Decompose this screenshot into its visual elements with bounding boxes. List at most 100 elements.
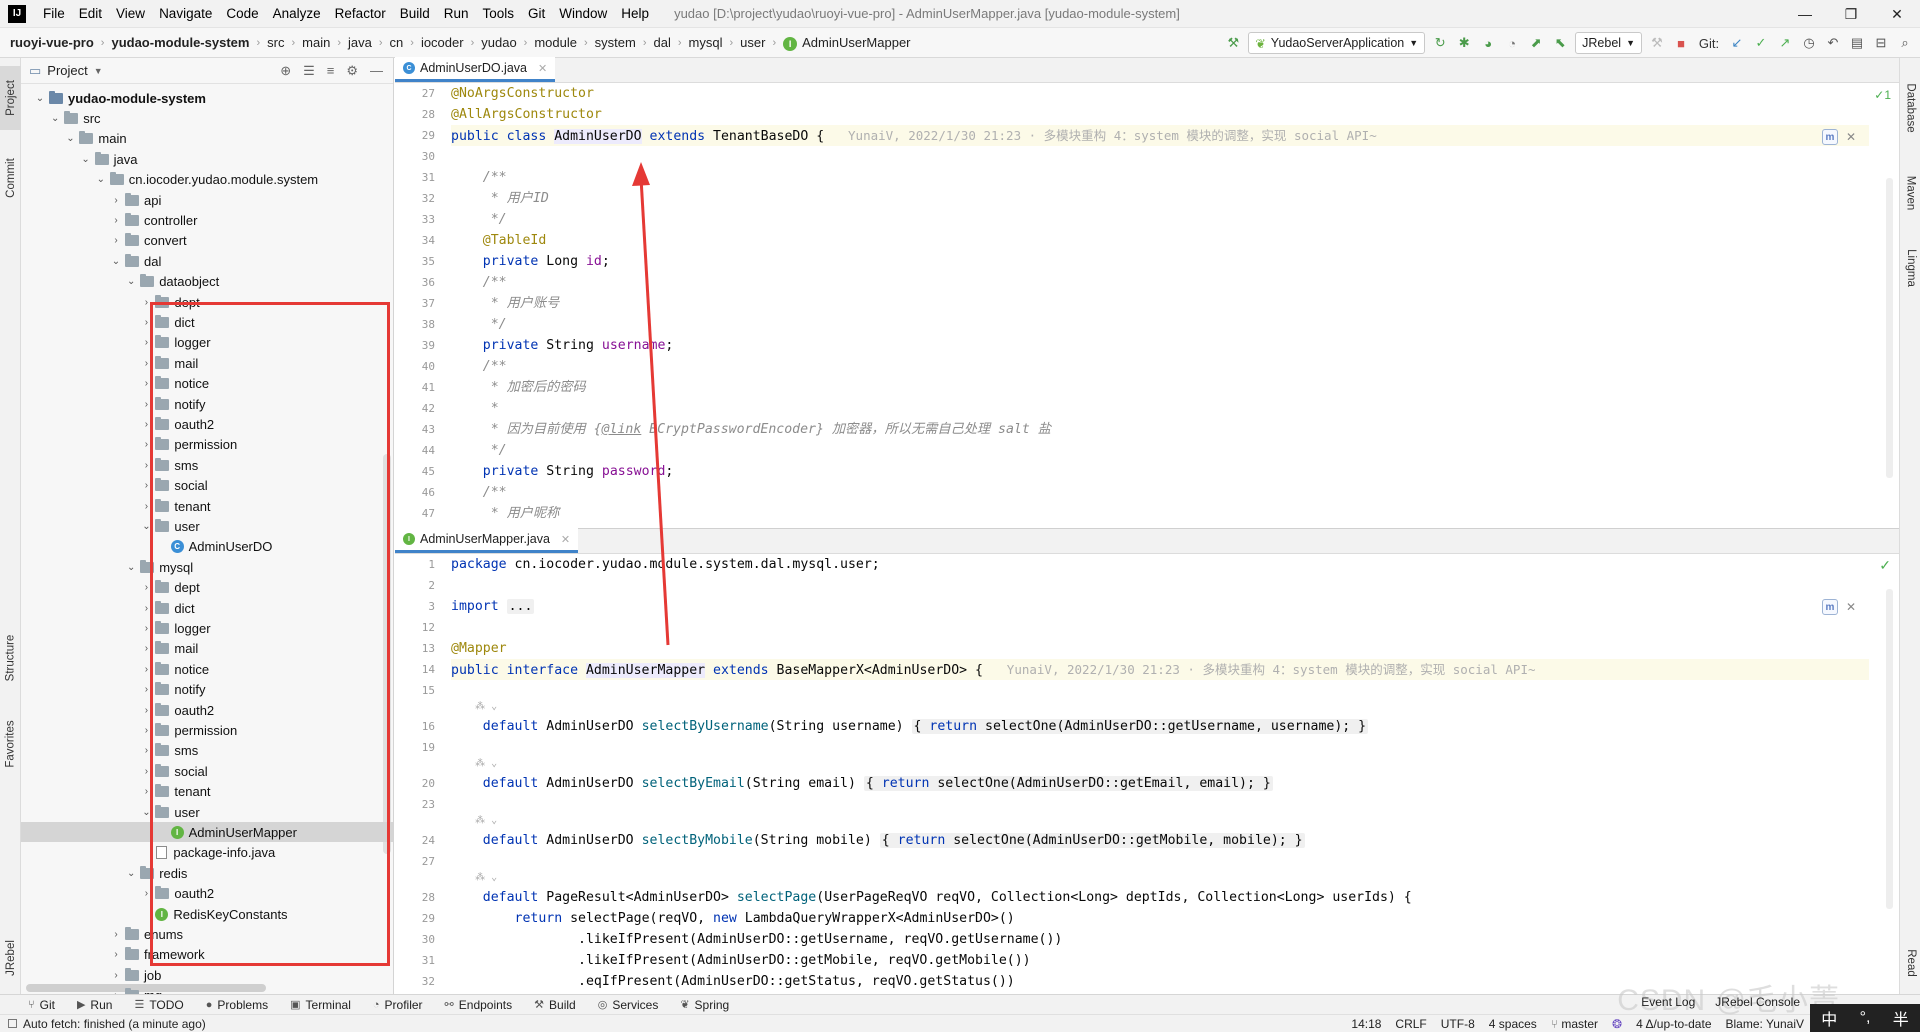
hammer-disabled-icon[interactable]: ⚒ — [1648, 34, 1666, 52]
menu-code[interactable]: Code — [219, 6, 265, 21]
chevron-right-icon[interactable]: › — [139, 337, 153, 348]
chevron-right-icon[interactable]: › — [139, 439, 153, 450]
tab-admin-user-do[interactable]: C AdminUserDO.java ✕ — [395, 57, 556, 82]
close-icon[interactable]: ✕ — [1846, 600, 1856, 614]
chevron-right-icon[interactable]: › — [139, 664, 153, 675]
code-lens[interactable]: m ✕ — [1819, 126, 1859, 148]
tree-item-permission[interactable]: › permission — [21, 435, 393, 455]
chevron-right-icon[interactable]: › — [139, 297, 153, 308]
tool-window-run[interactable]: ▶ Run — [77, 998, 112, 1012]
tree-item-logger[interactable]: › logger — [21, 333, 393, 353]
tree-item-mq[interactable]: ›mq — [21, 986, 393, 994]
menu-help[interactable]: Help — [614, 6, 656, 21]
chevron-down-icon[interactable]: ⌄ — [48, 113, 62, 124]
chevron-right-icon[interactable]: › — [139, 705, 153, 716]
tree-item-tenant[interactable]: › tenant — [21, 496, 393, 516]
chevron-right-icon[interactable]: › — [139, 888, 153, 899]
maven-tool-tab[interactable]: Maven — [1900, 158, 1920, 228]
tree-item-social[interactable]: › social — [21, 761, 393, 781]
tree-item-user[interactable]: ⌄ user — [21, 802, 393, 822]
caret-position[interactable]: 14:18 — [1351, 1017, 1381, 1031]
inspection-ok-icon[interactable]: ✓ — [1879, 557, 1891, 574]
breadcrumb-java[interactable]: java — [348, 35, 372, 50]
menu-run[interactable]: Run — [437, 6, 476, 21]
file-encoding[interactable]: UTF-8 — [1441, 1017, 1475, 1031]
close-icon[interactable]: ✕ — [1846, 130, 1856, 144]
stop-icon[interactable]: ■ — [1672, 34, 1690, 52]
tree-item-mail[interactable]: › mail — [21, 639, 393, 659]
collapse-all-icon[interactable]: ≡ — [327, 63, 335, 79]
locate-icon[interactable]: ⊕ — [280, 63, 291, 79]
chevron-right-icon[interactable]: › — [109, 949, 123, 960]
indent-setting[interactable]: 4 spaces — [1489, 1017, 1537, 1031]
breadcrumb-yudao[interactable]: yudao — [481, 35, 516, 50]
tree-item-framework[interactable]: › framework — [21, 945, 393, 965]
tree-item-tenant[interactable]: › tenant — [21, 782, 393, 802]
tree-item-oauth2[interactable]: › oauth2 — [21, 414, 393, 434]
chevron-down-icon[interactable]: ⌄ — [109, 256, 123, 267]
tree-item-api[interactable]: › api — [21, 190, 393, 210]
editor-scrollbar[interactable] — [1886, 178, 1893, 478]
menu-analyze[interactable]: Analyze — [266, 6, 328, 21]
menu-git[interactable]: Git — [521, 6, 552, 21]
tree-item-main[interactable]: ⌄ main — [21, 129, 393, 149]
chevron-right-icon[interactable]: › — [109, 235, 123, 246]
minimize-button[interactable]: — — [1782, 0, 1828, 28]
commit-tool-tab[interactable]: Commit — [0, 146, 21, 210]
chevron-right-icon[interactable]: › — [139, 317, 153, 328]
code-lens[interactable]: m ✕ — [1819, 596, 1859, 618]
code-area[interactable]: package cn.iocoder.yudao.module.system.d… — [451, 554, 1869, 994]
blame-status[interactable]: Blame: YunaiV — [1726, 1017, 1805, 1031]
favorites-tool-tab[interactable]: Favorites — [0, 704, 21, 784]
event-log-button[interactable]: Event Log — [1641, 995, 1695, 1009]
menu-file[interactable]: File — [36, 6, 72, 21]
editor-scrollbar[interactable] — [1886, 589, 1893, 909]
project-panel-title[interactable]: Project — [47, 63, 87, 78]
chevron-right-icon[interactable]: › — [109, 195, 123, 206]
git-branch[interactable]: ⑂ master — [1551, 1017, 1598, 1031]
chevron-right-icon[interactable]: › — [139, 745, 153, 756]
tree-item-yudao-module-system[interactable]: ⌄ yudao-module-system — [21, 88, 393, 108]
jrebel-debug-icon[interactable]: ⬉ — [1551, 34, 1569, 52]
tool-window-todo[interactable]: ☰ TODO — [134, 998, 183, 1012]
tree-item-sms[interactable]: › sms — [21, 741, 393, 761]
breadcrumb-yudao-module-system[interactable]: yudao-module-system — [111, 35, 249, 50]
tree-item-src[interactable]: ⌄ src — [21, 108, 393, 128]
history-icon[interactable]: ◷ — [1800, 34, 1818, 52]
profile-icon[interactable]: ◔ — [1503, 34, 1521, 52]
chevron-down-icon[interactable]: ⌄ — [33, 93, 47, 104]
close-icon[interactable]: ✕ — [538, 62, 547, 75]
tree-item-job[interactable]: › job — [21, 965, 393, 985]
git-status[interactable]: 4 Δ/up-to-date — [1636, 1017, 1711, 1031]
close-icon[interactable]: ✕ — [561, 533, 570, 546]
rollback-icon[interactable]: ↶ — [1824, 34, 1842, 52]
breadcrumb-module[interactable]: module — [534, 35, 577, 50]
status-message[interactable]: Auto fetch: finished (a minute ago) — [23, 1017, 206, 1031]
breadcrumb-mysql[interactable]: mysql — [689, 35, 723, 50]
tree-item-notice[interactable]: › notice — [21, 374, 393, 394]
chevron-down-icon[interactable]: ⌄ — [124, 868, 138, 879]
tree-item-dal[interactable]: ⌄ dal — [21, 251, 393, 271]
tree-item-permission[interactable]: › permission — [21, 720, 393, 740]
gear-icon[interactable]: ⚙ — [346, 63, 358, 79]
project-tool-tab[interactable]: Project — [0, 66, 21, 130]
chevron-right-icon[interactable]: › — [139, 378, 153, 389]
tree-item-oauth2[interactable]: › oauth2 — [21, 884, 393, 904]
chevron-right-icon[interactable]: › — [139, 766, 153, 777]
ime-indicator[interactable]: 中 °, 半 — [1810, 1004, 1920, 1032]
maximize-button[interactable]: ❐ — [1828, 0, 1874, 28]
hide-icon[interactable]: — — [370, 63, 383, 79]
menu-tools[interactable]: Tools — [476, 6, 522, 21]
coverage-icon[interactable]: ◕ — [1479, 34, 1497, 52]
code-area[interactable]: @NoArgsConstructor @AllArgsConstructor p… — [451, 83, 1869, 528]
tool-window-spring[interactable]: ❦ Spring — [680, 998, 729, 1012]
expand-all-icon[interactable]: ☰ — [303, 63, 315, 79]
settings-icon[interactable]: ⊟ — [1872, 34, 1890, 52]
tree-item-logger[interactable]: › logger — [21, 618, 393, 638]
chevron-right-icon[interactable]: › — [139, 643, 153, 654]
tree-item-rediskeyconstants[interactable]: I RedisKeyConstants — [21, 904, 393, 924]
chevron-right-icon[interactable]: › — [139, 399, 153, 410]
jrebel-console-button[interactable]: JRebel Console — [1715, 995, 1800, 1009]
breadcrumb-iocoder[interactable]: iocoder — [421, 35, 464, 50]
chevron-right-icon[interactable]: › — [139, 623, 153, 634]
